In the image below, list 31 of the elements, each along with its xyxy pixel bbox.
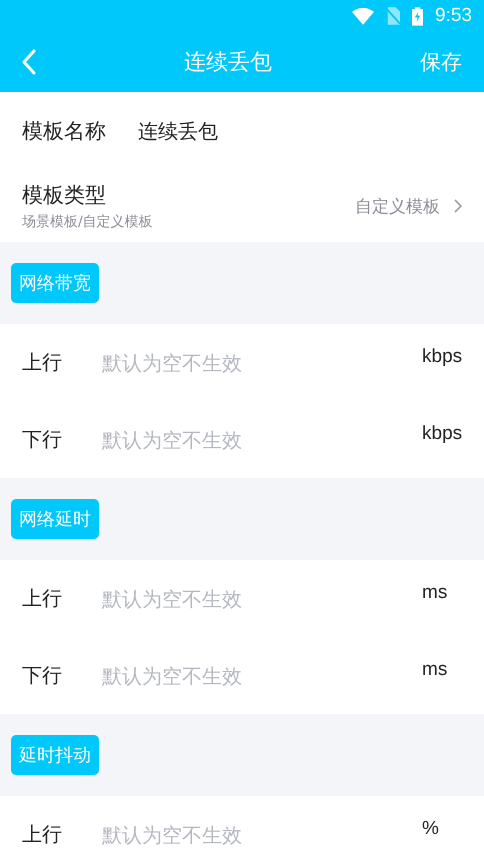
field-label: 模板名称 [22,118,106,145]
template-type-row[interactable]: 模板类型 场景模板/自定义模板 自定义模板 [0,170,484,242]
field-label: 下行 [22,426,63,453]
input-field[interactable]: 默认为空不生效 [102,420,422,460]
clock-time: 9:53 [435,5,472,27]
input-field[interactable]: 默认为空不生效 [102,342,422,382]
input-field[interactable]: 默认为空不生效 [102,814,422,854]
input-field[interactable]: 默认为空不生效 [102,578,422,618]
wifi-icon [352,8,374,24]
field-label: 模板类型 [22,182,107,209]
unit-label: kbps [422,346,464,368]
input-field[interactable]: 默认为空不生效 [102,656,422,696]
field-label: 上行 [22,585,63,612]
chevron-right-icon [454,199,462,213]
unit-label: ms [422,582,448,604]
section-tag: 网络延时 [11,499,99,539]
no-sim-icon [386,7,400,25]
field-label: 上行 [22,821,63,848]
section-tag: 网络带宽 [11,263,99,303]
section-tag: 延时抖动 [11,735,99,775]
field-hint: 场景模板/自定义模板 [22,213,154,231]
field-label: 上行 [22,349,63,376]
template-type-value: 自定义模板 [355,196,440,218]
field-label: 下行 [22,662,63,689]
page-title: 连续丢包 [184,49,272,77]
unit-label: ms [422,659,448,681]
template-name-value[interactable]: 连续丢包 [138,118,218,144]
unit-label: % [422,818,440,840]
back-icon[interactable] [22,49,36,75]
unit-label: kbps [422,423,464,445]
battery-charging-icon [412,6,424,26]
